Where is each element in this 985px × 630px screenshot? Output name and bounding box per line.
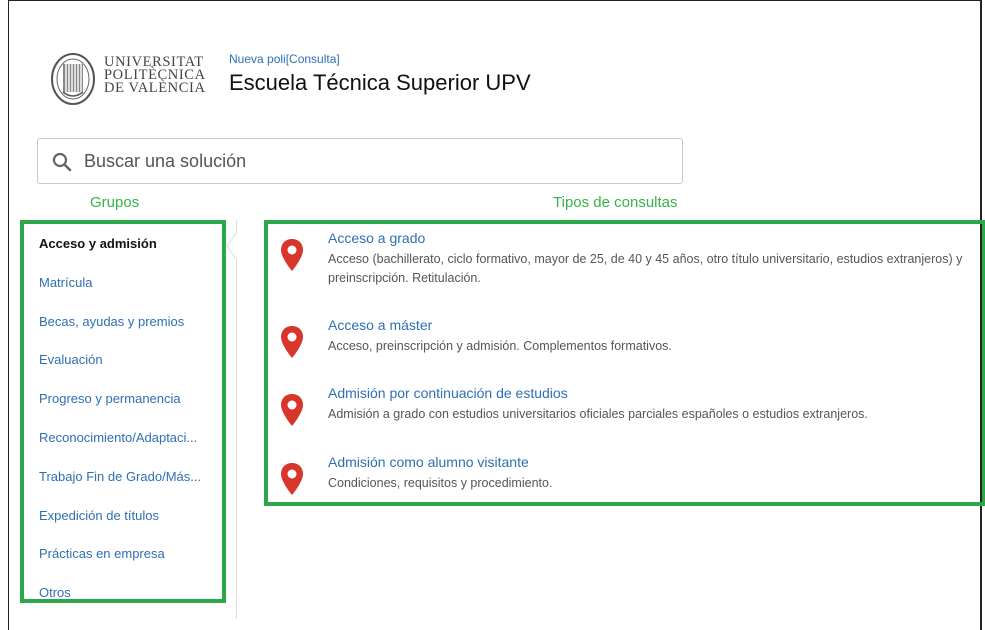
groups-heading: Grupos [90,194,140,211]
breadcrumb[interactable]: Nueva poli[Consulta] [229,52,340,66]
types-heading: Tipos de consultas [553,194,678,211]
search-icon [52,152,72,172]
type-description: Acceso (bachillerato, ciclo formativo, m… [328,252,963,285]
sidebar-divider [236,220,237,619]
sidebar-item-progreso[interactable]: Progreso y permanencia [39,391,181,406]
type-description: Acceso, preinscripción y admisión. Compl… [328,339,672,353]
logo-wordmark: UNIVERSITAT POLITÈCNICA DE VALÈNCIA [104,55,206,96]
type-title-link[interactable]: Acceso a máster [328,317,432,333]
sidebar-item-otros[interactable]: Otros [39,585,71,600]
type-description: Admisión a grado con estudios universita… [328,407,868,421]
sidebar-item-becas[interactable]: Becas, ayudas y premios [39,314,184,329]
map-pin-icon [281,394,303,426]
sidebar-item-acceso-admision[interactable]: Acceso y admisión [39,236,157,251]
map-pin-icon [281,326,303,358]
map-pin-icon [281,463,303,495]
logo-line-3: DE VALÈNCIA [104,80,206,96]
page-title: Escuela Técnica Superior UPV [229,70,531,95]
sidebar-item-trabajo-fin[interactable]: Trabajo Fin de Grado/Más... [39,469,201,484]
sidebar-item-evaluacion[interactable]: Evaluación [39,352,103,367]
sidebar-item-reconocimiento[interactable]: Reconocimiento/Adaptaci... [39,430,197,445]
search-box[interactable] [37,138,683,184]
sidebar-item-expedicion[interactable]: Expedición de títulos [39,508,159,523]
type-title-link[interactable]: Acceso a grado [328,230,425,246]
active-item-notch [227,232,237,260]
type-description: Condiciones, requisitos y procedimiento. [328,476,553,490]
type-title-link[interactable]: Admisión como alumno visitante [328,454,529,470]
map-pin-icon [281,239,303,271]
upv-logo[interactable]: UNIVERSITAT POLITÈCNICA DE VALÈNCIA [50,52,210,108]
search-input[interactable] [84,147,664,175]
upv-seal-icon [51,53,95,105]
type-title-link[interactable]: Admisión por continuación de estudios [328,385,568,401]
sidebar-item-practicas[interactable]: Prácticas en empresa [39,546,165,561]
sidebar-item-matricula[interactable]: Matrícula [39,275,92,290]
